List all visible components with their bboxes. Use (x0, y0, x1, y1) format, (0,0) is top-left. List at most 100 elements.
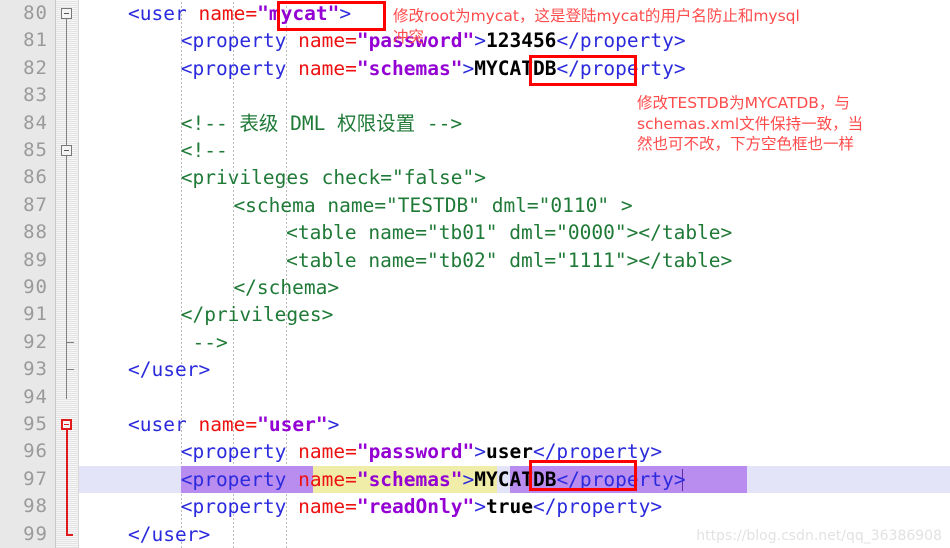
line-number: 83 (23, 84, 48, 107)
fold-spine-active (66, 424, 68, 536)
code-line-text: <property name="readOnly">true</property… (181, 493, 662, 520)
code-token: true (485, 495, 533, 519)
code-token: "schemas" (356, 56, 463, 80)
code-line-text: </privileges> (181, 301, 334, 328)
code-line[interactable]: --> (79, 329, 950, 356)
code-line[interactable] (79, 384, 950, 411)
code-token: </property> (532, 495, 663, 519)
code-token: > (474, 495, 486, 519)
code-token: name= (198, 2, 258, 25)
code-content-area[interactable]: <user name="mycat"> <property name="passw… (79, 0, 950, 548)
code-token: <!-- (180, 139, 228, 162)
fold-toggle-icon[interactable] (61, 145, 72, 156)
code-token: <user (128, 413, 199, 436)
mycatdb-line97-box (529, 460, 637, 491)
line-number: 91 (23, 303, 48, 326)
mycat-value-box (277, 1, 386, 31)
code-token: > (462, 56, 475, 80)
line-number: 86 (23, 166, 48, 189)
line-number: 89 (23, 248, 48, 271)
code-token: name= (298, 495, 357, 519)
code-line-text: --> (180, 329, 228, 356)
fold-end-marker-active (66, 533, 73, 536)
mycatdb-line82-box (529, 55, 637, 86)
code-line[interactable]: <property name="readOnly">true</property… (79, 493, 950, 520)
code-line[interactable]: <property name="password">user</property… (79, 438, 950, 465)
code-token: "password" (356, 440, 475, 464)
code-token: <property (180, 440, 299, 464)
code-token: <property (180, 467, 299, 491)
line-number: 81 (23, 29, 48, 52)
code-token: "schemas" (356, 467, 463, 491)
fold-toggle-icon[interactable] (61, 419, 72, 430)
code-line-text: </schema> (233, 274, 339, 301)
code-token: <property (180, 56, 299, 80)
code-editor[interactable]: 80 81 82 83 84 85 86 87 88 89 90 91 92 93 94 95 96 97 98 99… (0, 0, 950, 548)
code-token: <privileges check="false"> (180, 166, 486, 190)
code-line[interactable]: </privileges> (79, 301, 950, 328)
annotation-note-2-line-1: 修改TESTDB为MYCATDB，与 (637, 94, 850, 112)
code-token: name= (198, 413, 258, 436)
code-token: > (327, 413, 340, 436)
code-token: <!-- 表级 DML 权限设置 --> (180, 111, 463, 135)
annotation-note-2: 修改TESTDB为MYCATDB，与 schemas.xml文件保持一致，当 然也可… (637, 93, 863, 155)
line-number: 94 (23, 385, 48, 408)
code-line[interactable]: <schema name="TESTDB" dml="0110" > (79, 192, 950, 219)
code-token: --> (180, 330, 228, 354)
code-token: <table name="tb01" dml="0000"></table> (286, 221, 733, 245)
code-token: > (474, 440, 486, 464)
fold-end-tick (66, 369, 74, 371)
code-line-text: <!-- (181, 137, 228, 164)
code-token: > (462, 467, 475, 491)
line-number: 80 (23, 2, 48, 24)
code-token: <property (180, 495, 299, 519)
line-number: 96 (23, 440, 48, 463)
code-token: name= (298, 440, 357, 464)
line-number: 93 (23, 358, 48, 381)
line-number: 88 (23, 221, 48, 244)
annotation-note-1-line-1: 修改root为mycat，这是登陆mycat的用户名防止和mysql (393, 7, 800, 25)
code-line[interactable]: <user name="user"> (79, 411, 950, 438)
code-line-text: <table name="tb01" dml="0000"></table> (286, 219, 732, 246)
code-token: <schema name="TESTDB" dml="0110" > (233, 193, 633, 217)
code-line[interactable]: <property name="schemas">MYCATDB</proper… (79, 55, 950, 82)
line-number: 99 (23, 522, 48, 545)
line-number: 84 (23, 111, 48, 134)
line-number: 98 (23, 495, 48, 518)
code-token: name= (298, 467, 357, 491)
code-line-text: </user> (128, 356, 210, 383)
code-line-text: <privileges check="false"> (181, 164, 486, 191)
code-token: user (485, 440, 533, 464)
fold-toggle-icon[interactable] (61, 8, 72, 19)
code-line-text: <!-- 表级 DML 权限设置 --> (181, 110, 462, 137)
code-line-text: <table name="tb02" dml="1111"></table> (286, 247, 732, 274)
line-number: 82 (23, 56, 48, 79)
code-line[interactable]: </schema> (79, 274, 950, 301)
annotation-note-1-line-2: 冲突 (393, 27, 425, 46)
code-line-text: <schema name="TESTDB" dml="0110" > (233, 192, 632, 219)
fold-spine (66, 13, 67, 399)
code-line[interactable]: <table name="tb02" dml="1111"></table> (79, 247, 950, 274)
code-token: name= (298, 29, 357, 53)
line-number: 92 (23, 330, 48, 353)
code-line-text: </user> (128, 521, 210, 548)
code-token: </privileges> (180, 303, 334, 327)
line-number: 87 (23, 193, 48, 216)
code-line[interactable]: <privileges check="false"> (79, 164, 950, 191)
line-number: 90 (23, 276, 48, 298)
watermark: https://blog.csdn.net/qq_36386908 (696, 528, 942, 544)
line-number: 97 (23, 467, 48, 490)
code-line[interactable]: </user> (79, 356, 950, 383)
code-token: "user" (257, 413, 328, 436)
code-line[interactable]: <table name="tb01" dml="0000"></table> (79, 219, 950, 246)
annotation-note-2-line-2: schemas.xml文件保持一致，当 (637, 114, 864, 133)
annotation-note-1: 修改root为mycat，这是登陆mycat的用户名防止和mysql 冲突 (393, 6, 800, 47)
code-token: name= (298, 56, 357, 80)
code-token: </user> (128, 358, 211, 382)
annotation-note-2-line-3: 然也可不改，下方空色框也一样 (637, 135, 855, 153)
code-line[interactable]: <property name="schemas">MYCATDB</proper… (79, 465, 950, 494)
code-token: </schema> (233, 276, 340, 299)
code-token: <table name="tb02" dml="1111"></table> (286, 248, 733, 272)
code-token: </user> (128, 522, 211, 546)
line-number: 95 (23, 413, 48, 435)
